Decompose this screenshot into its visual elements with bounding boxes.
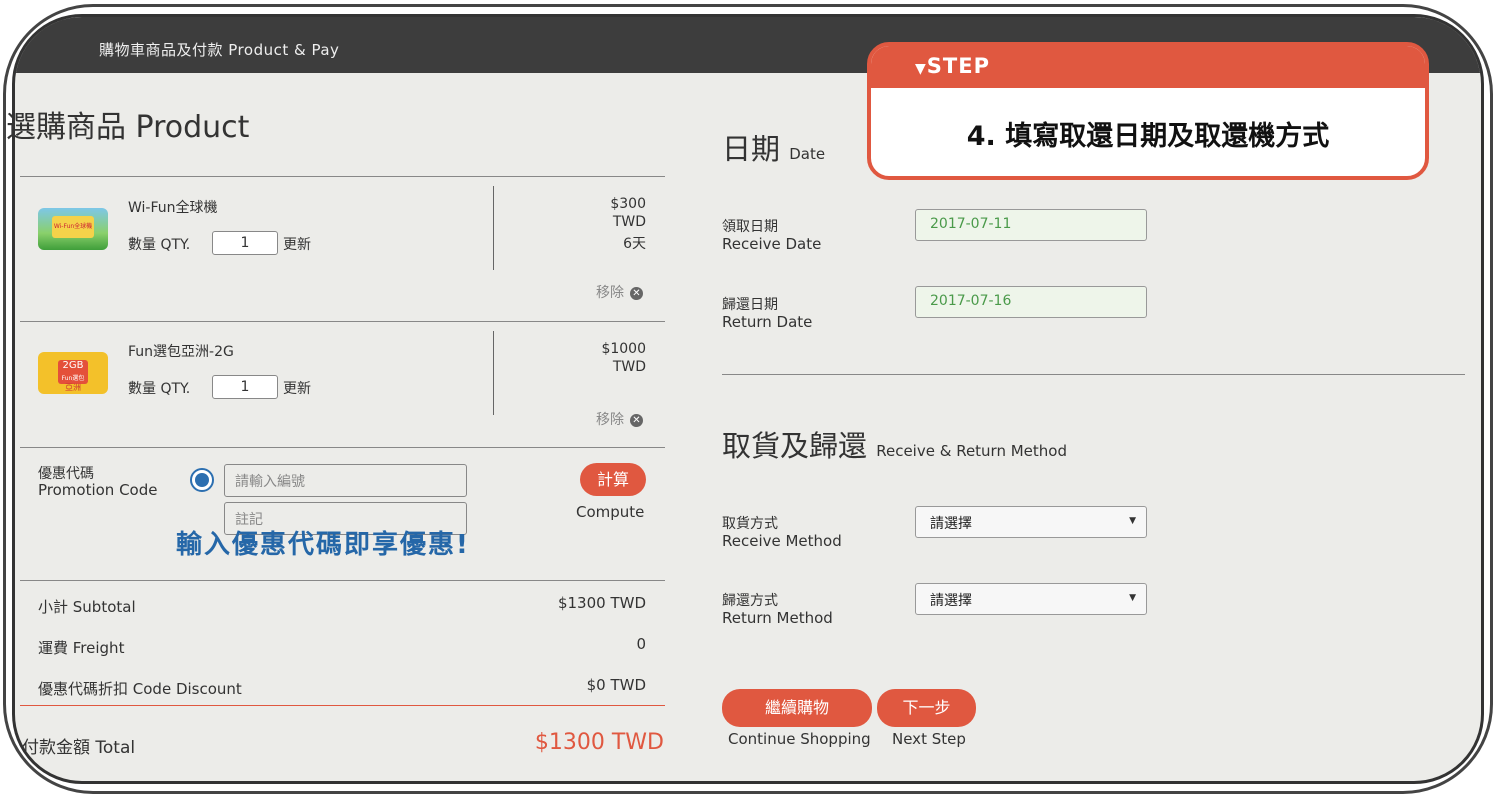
method-section-title: 取貨及歸還 Receive & Return Method (722, 423, 1067, 465)
discount-label: 優惠代碼折扣 Code Discount (38, 680, 242, 698)
continue-shopping-label: Continue Shopping (728, 730, 871, 748)
step-label-text: STEP (926, 54, 990, 78)
compute-button[interactable]: 計算 (580, 463, 646, 496)
close-icon: ✕ (630, 287, 643, 300)
qty-input[interactable]: 1 (212, 375, 278, 399)
update-link[interactable]: 更新 (283, 378, 311, 398)
product-name: Wi-Fun全球機 (128, 200, 218, 216)
divider (20, 176, 665, 177)
step-callout: ▼STEP 4. 填寫取還日期及取還機方式 (867, 42, 1429, 180)
return-date-input[interactable]: 2017-07-16 (915, 286, 1147, 318)
promo-banner: 輸入優惠代碼即享優惠! (176, 530, 470, 560)
promo-label-en: Promotion Code (38, 481, 158, 499)
date-title-en: Date (789, 145, 826, 163)
step-label: ▼STEP (915, 54, 990, 78)
date-section-title: 日期 Date (722, 126, 825, 168)
remove-label: 移除 (596, 412, 624, 428)
divider (20, 321, 665, 322)
divider (493, 331, 494, 415)
receive-date-label-en: Receive Date (722, 235, 822, 253)
product-days: 6天 (623, 236, 646, 252)
divider (20, 580, 665, 581)
method-title-en: Receive & Return Method (876, 442, 1067, 460)
remove-button[interactable]: 移除 ✕ (596, 282, 643, 302)
total-value: $1300 TWD (534, 730, 664, 755)
close-icon: ✕ (630, 414, 643, 427)
divider (722, 374, 1465, 375)
return-method-label-en: Return Method (722, 609, 833, 627)
divider (493, 186, 494, 270)
product-name: Fun選包亞洲-2G (128, 344, 234, 360)
product-thumb-subtext: Fun選包 (61, 375, 85, 382)
receive-method-value: 請選擇 (930, 516, 972, 532)
discount-value: $0 TWD (586, 676, 646, 694)
next-step-button[interactable]: 下一步 (877, 689, 976, 727)
receive-method-select[interactable]: 請選擇 ▼ (915, 506, 1147, 538)
remove-label: 移除 (596, 285, 624, 301)
update-link[interactable]: 更新 (283, 234, 311, 254)
product-thumbnail: Wi-Fun全球機 (38, 208, 108, 250)
subtotal-label: 小計 Subtotal (38, 598, 136, 616)
product-currency: TWD (612, 359, 646, 375)
qty-label: 數量 QTY. (128, 237, 191, 253)
next-step-label: Next Step (892, 730, 966, 748)
qty-label: 數量 QTY. (128, 381, 191, 397)
return-date-label-en: Return Date (722, 313, 813, 331)
product-price: $1000 (601, 341, 646, 357)
chevron-down-icon: ▼ (1129, 516, 1136, 526)
receive-method-label-zh: 取貨方式 (722, 516, 778, 532)
chevron-down-icon: ▼ (1129, 593, 1136, 603)
return-method-value: 請選擇 (930, 593, 972, 609)
product-thumb-label: 2GB Fun選包 (58, 360, 88, 384)
product-currency: TWD (612, 214, 646, 230)
product-price: $300 (610, 196, 646, 212)
method-title-zh: 取貨及歸還 (722, 429, 868, 463)
return-method-label-zh: 歸還方式 (722, 593, 778, 609)
divider (20, 705, 665, 706)
subtotal-value: $1300 TWD (557, 594, 646, 612)
compute-label: Compute (576, 503, 645, 521)
date-title-zh: 日期 (722, 132, 781, 166)
receive-date-label-zh: 領取日期 (722, 219, 778, 235)
page-header-title: 購物車商品及付款 Product & Pay (99, 41, 340, 59)
return-method-select[interactable]: 請選擇 ▼ (915, 583, 1147, 615)
qty-input[interactable]: 1 (212, 231, 278, 255)
freight-value: 0 (636, 635, 646, 653)
continue-shopping-button[interactable]: 繼續購物 (722, 689, 872, 727)
step-header: ▼STEP (871, 46, 1425, 88)
triangle-down-icon: ▼ (915, 61, 927, 77)
receive-method-label-en: Receive Method (722, 532, 842, 550)
return-date-label-zh: 歸還日期 (722, 297, 778, 313)
promo-radio[interactable] (190, 468, 214, 492)
products-title: 選購商品 Product (6, 110, 250, 145)
total-label: 付款金額 Total (22, 738, 136, 758)
product-thumb-text: 2GB (62, 360, 84, 371)
promo-code-input[interactable]: 請輸入編號 (224, 464, 467, 497)
product-thumbnail: 2GB Fun選包 亞洲 (38, 352, 108, 394)
freight-label: 運費 Freight (38, 639, 125, 657)
product-thumb-label: Wi-Fun全球機 (52, 216, 94, 238)
step-text: 4. 填寫取還日期及取還機方式 (966, 121, 1330, 152)
receive-date-input[interactable]: 2017-07-11 (915, 209, 1147, 241)
promo-label-zh: 優惠代碼 (38, 466, 94, 482)
remove-button[interactable]: 移除 ✕ (596, 409, 643, 429)
divider (20, 447, 665, 448)
product-thumb-region: 亞洲 (65, 383, 81, 392)
